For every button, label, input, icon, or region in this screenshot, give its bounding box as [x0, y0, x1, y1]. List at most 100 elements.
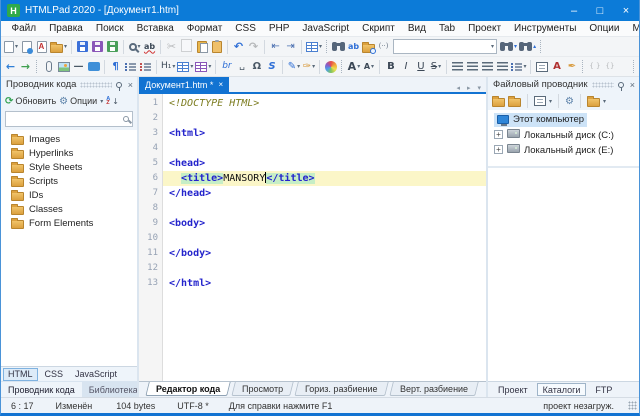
insert-tag-button[interactable]: ✎▾ [286, 58, 301, 76]
code-line[interactable]: <html> [163, 126, 486, 141]
menu-php[interactable]: PHP [262, 21, 296, 37]
menu-file[interactable]: Файл [5, 21, 43, 37]
redo-button[interactable]: ↷ [246, 38, 261, 56]
special-characters-button[interactable]: Ω [249, 58, 264, 76]
menu-javascript[interactable]: JavaScript [296, 21, 356, 37]
replace-button[interactable]: ab [346, 38, 361, 56]
code-line[interactable] [163, 141, 486, 156]
code-editor[interactable]: 12345678910111213 <!DOCTYPE HTML> <html> <… [139, 94, 486, 381]
menu-project[interactable]: Проект [462, 21, 508, 37]
code-line[interactable] [163, 231, 486, 246]
code-line[interactable]: </head> [163, 186, 486, 201]
file-list-area[interactable] [488, 168, 639, 381]
close-panel-icon[interactable]: × [630, 80, 635, 90]
align-left-button[interactable] [450, 58, 465, 76]
code-line[interactable] [163, 261, 486, 276]
menu-format[interactable]: Формат [180, 21, 229, 37]
php-open-tag-button[interactable]: { } [587, 58, 602, 76]
unindent-button[interactable]: ⇤ [268, 38, 283, 56]
view-tab-2[interactable]: Просмотр [232, 382, 295, 396]
save-as-button[interactable] [105, 38, 120, 56]
paragraph-button[interactable]: ¶ [108, 58, 123, 76]
fill-color-button[interactable]: ✒ [564, 58, 579, 76]
align-center-button[interactable] [465, 58, 480, 76]
align-right-button[interactable] [480, 58, 495, 76]
menu-search[interactable]: Поиск [89, 21, 130, 37]
view-tab-3[interactable]: Гориз. разбиение [295, 382, 389, 396]
view-mode-button[interactable]: ▾ [534, 96, 552, 106]
tree-item[interactable]: IDs [1, 188, 137, 202]
parent-folder-button[interactable] [492, 95, 505, 107]
tree-item[interactable]: +Локальный диск (C:) [488, 127, 639, 142]
close-button[interactable]: × [613, 0, 639, 21]
maximize-button[interactable]: □ [587, 0, 613, 21]
increase-font-button[interactable]: A▾ [346, 58, 361, 76]
document-tab[interactable]: Документ1.htm * × [139, 77, 229, 92]
menu-edit[interactable]: Правка [43, 21, 90, 37]
find-previous-button[interactable]: ▴ [518, 38, 537, 56]
find-next-button[interactable]: ▾ [499, 38, 518, 56]
line-break-button[interactable]: br [219, 58, 234, 76]
tab-close-icon[interactable]: × [218, 80, 223, 89]
tree-item-body[interactable]: Этот компьютер [494, 113, 587, 127]
save-all-button[interactable] [90, 38, 105, 56]
tab-scroll-right-icon[interactable]: ▸ [467, 84, 471, 92]
code-line[interactable]: </body> [163, 246, 486, 261]
new-document-button[interactable]: ▾ [3, 38, 19, 56]
search-text-combobox[interactable]: ▾ [393, 39, 497, 54]
tree-item[interactable]: Style Sheets [1, 160, 137, 174]
explorer-tab-3[interactable]: FTP [589, 383, 618, 396]
panel-tab-2[interactable]: Библиотека [82, 382, 145, 397]
comment-button[interactable] [86, 58, 101, 76]
tree-item-body[interactable]: Локальный диск (E:) [507, 144, 613, 156]
search-button[interactable]: ▾ [127, 38, 142, 56]
explorer-tab-2[interactable]: Каталоги [537, 383, 587, 396]
non-breaking-space-button[interactable]: ␣ [234, 58, 249, 76]
font-color-button[interactable]: A [549, 58, 564, 76]
color-picker-button[interactable] [323, 58, 338, 76]
refresh-folder-button[interactable] [508, 95, 521, 107]
editor-code[interactable]: <!DOCTYPE HTML><html><head> <title>MANSO… [163, 94, 486, 381]
find-button[interactable] [331, 38, 346, 56]
spell-check-button[interactable]: ab [142, 38, 157, 56]
cut-button[interactable]: ✂ [164, 38, 179, 56]
hyperlink-button[interactable] [41, 58, 56, 76]
menu-tools[interactable]: Инструменты [508, 21, 583, 37]
align-justify-button[interactable] [495, 58, 510, 76]
insert-table-button[interactable]: ▾ [176, 58, 194, 76]
find-in-files-button[interactable] [361, 38, 376, 56]
copy-button[interactable] [179, 38, 194, 56]
decrease-font-button[interactable]: A▾ [361, 58, 376, 76]
language-tab-1[interactable]: HTML [3, 368, 38, 381]
expand-icon[interactable]: + [494, 145, 503, 154]
open-folder-button[interactable]: ▾ [49, 38, 68, 56]
underline-button[interactable]: U [413, 58, 428, 76]
favorites-button[interactable]: ▾ [587, 95, 606, 107]
resize-grip[interactable] [628, 401, 637, 410]
pin-icon[interactable] [116, 82, 122, 88]
panel-tab-1[interactable]: Проводник кода [1, 382, 82, 397]
code-line[interactable]: <!DOCTYPE HTML> [163, 96, 486, 111]
insert-script-button[interactable]: S [264, 58, 279, 76]
minimize-button[interactable]: – [561, 0, 587, 21]
code-line[interactable]: <body> [163, 216, 486, 231]
close-panel-icon[interactable]: × [128, 80, 133, 90]
editor-gutter[interactable]: 12345678910111213 [139, 94, 163, 381]
numbered-list-button[interactable] [138, 58, 153, 76]
regex-builder-button[interactable]: (··) [376, 38, 391, 56]
pin-icon[interactable] [618, 82, 624, 88]
tree-item[interactable]: Scripts [1, 174, 137, 188]
tree-item[interactable]: Images [1, 132, 137, 146]
menu-tab[interactable]: Tab [432, 21, 461, 37]
code-line[interactable]: <title>MANSORY</title> [163, 171, 486, 186]
paste-button[interactable] [194, 38, 209, 56]
tree-item[interactable]: Этот компьютер [488, 112, 639, 127]
tree-item[interactable]: + Локальный диск (E:) [488, 142, 639, 157]
tab-scroll-left-icon[interactable]: ◂ [456, 84, 460, 92]
code-sweeper-button[interactable]: ✑▾ [301, 58, 316, 76]
italic-button[interactable]: I [398, 58, 413, 76]
options-button[interactable]: ⚙ Опции ▾ [59, 96, 103, 107]
tree-item[interactable]: Classes [1, 202, 137, 216]
open-document-button[interactable] [19, 38, 34, 56]
explorer-tab-1[interactable]: Проект [492, 383, 534, 396]
